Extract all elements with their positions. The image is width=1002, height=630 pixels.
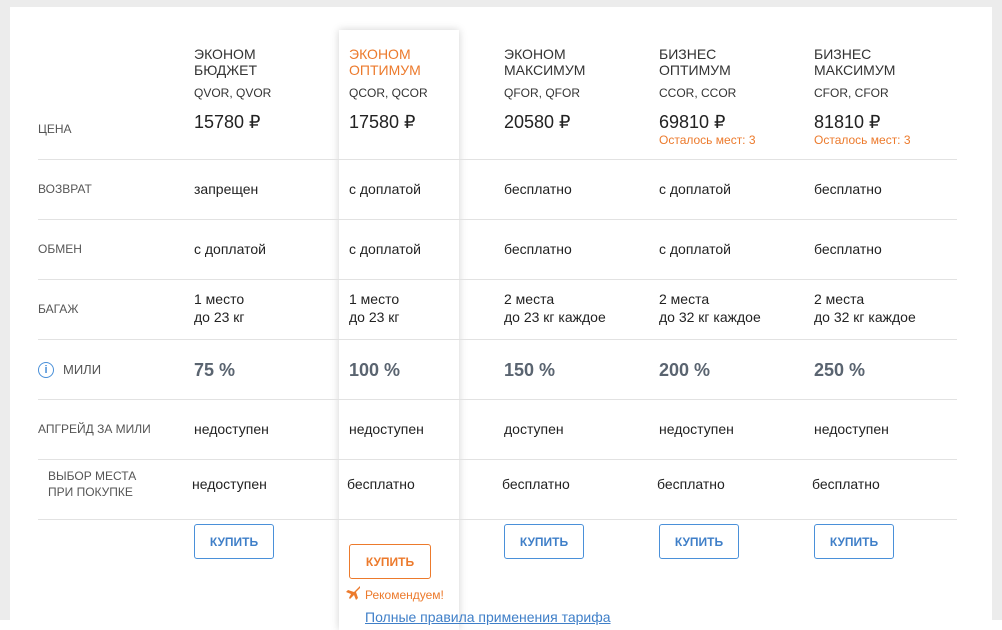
seat-selection-value: недоступен [192,476,267,492]
window-frame-right [992,0,1002,620]
baggage-count: 1 место [349,291,400,307]
tariff-name-recommended: ЭКОНОМ ОПТИМУМ [349,46,421,78]
row-label-exchange: ОБМЕН [38,242,82,256]
upgrade-value: недоступен [814,421,889,437]
tariff-rules-link[interactable]: Полные правила применения тарифа [365,609,611,625]
tariff-price: 69810 ₽ [659,112,726,132]
row-divider [38,459,957,460]
tariff-codes: QCOR, QCOR [349,86,428,100]
tariff-codes: CFOR, CFOR [814,86,889,100]
exchange-value: с доплатой [659,241,731,257]
upgrade-value: недоступен [349,421,424,437]
miles-percent: 100 % [349,360,401,380]
tariff-name: БИЗНЕС МАКСИМУМ [814,46,896,78]
tariff-codes: CCOR, CCOR [659,86,737,100]
refund-value: с доплатой [349,181,421,197]
seat-selection-value: бесплатно [812,476,880,492]
baggage-weight: до 23 кг [349,309,400,325]
refund-value: бесплатно [504,181,572,197]
baggage-value: 2 места до 32 кг каждое [814,290,916,326]
row-divider [38,219,957,220]
seat-selection-value: бесплатно [502,476,570,492]
tariff-price: 20580 ₽ [504,112,571,132]
row-divider [38,339,957,340]
miles-percent: 150 % [504,360,556,380]
plane-icon [345,585,361,604]
row-label-miles: МИЛИ [63,362,102,377]
miles-percent: 200 % [659,360,711,380]
row-divider [38,279,957,280]
row-label-upgrade: АПГРЕЙД ЗА МИЛИ [38,422,151,436]
miles-percent: 250 % [814,360,866,380]
window-frame-left [0,0,10,620]
seat-selection-value: бесплатно [347,476,415,492]
exchange-value: бесплатно [504,241,572,257]
info-icon[interactable]: i [38,362,54,378]
tariff-name: БИЗНЕС ОПТИМУМ [659,46,731,78]
exchange-value: с доплатой [194,241,266,257]
baggage-value: 1 место до 23 кг [194,290,245,326]
recommended-badge: Рекомендуем! [345,585,444,604]
tariff-codes: QFOR, QFOR [504,86,580,100]
refund-value: бесплатно [814,181,882,197]
row-divider [38,399,957,400]
buy-button-recommended[interactable]: КУПИТЬ [349,544,431,579]
tariff-name: ЭКОНОМ БЮДЖЕТ [194,46,258,78]
refund-value: запрещен [194,181,259,197]
recommended-text: Рекомендуем! [365,587,444,602]
baggage-weight: до 32 кг каждое [814,309,916,325]
buy-button[interactable]: КУПИТЬ [194,524,274,559]
upgrade-value: недоступен [194,421,269,437]
baggage-count: 2 места [814,291,865,307]
tariff-name: ЭКОНОМ МАКСИМУМ [504,46,586,78]
upgrade-value: доступен [504,421,564,437]
seats-left-note: Осталось мест: 3 [659,133,756,147]
baggage-weight: до 23 кг каждое [504,309,606,325]
miles-percent: 75 % [194,360,236,380]
exchange-value: бесплатно [814,241,882,257]
row-label-refund: ВОЗВРАТ [38,182,92,196]
refund-value: с доплатой [659,181,731,197]
baggage-value: 2 места до 32 кг каждое [659,290,761,326]
baggage-weight: до 23 кг [194,309,245,325]
buy-button[interactable]: КУПИТЬ [814,524,894,559]
baggage-count: 2 места [659,291,710,307]
row-divider [38,159,957,160]
exchange-value: с доплатой [349,241,421,257]
baggage-count: 1 место [194,291,245,307]
baggage-value: 2 места до 23 кг каждое [504,290,606,326]
window-frame-top [0,0,1002,7]
tariff-price: 81810 ₽ [814,112,881,132]
tariff-price: 17580 ₽ [349,112,416,132]
buy-button[interactable]: КУПИТЬ [504,524,584,559]
baggage-weight: до 32 кг каждое [659,309,761,325]
row-divider [38,519,957,520]
baggage-count: 2 места [504,291,555,307]
row-label-price: ЦЕНА [38,122,72,136]
buy-button[interactable]: КУПИТЬ [659,524,739,559]
tariff-price: 15780 ₽ [194,112,261,132]
baggage-value: 1 место до 23 кг [349,290,400,326]
upgrade-value: недоступен [659,421,734,437]
seats-left-note: Осталось мест: 3 [814,133,911,147]
row-label-seat-selection: ВЫБОР МЕСТА ПРИ ПОКУПКЕ [48,469,137,499]
tariff-codes: QVOR, QVOR [194,86,272,100]
seat-selection-value: бесплатно [657,476,725,492]
row-label-baggage: БАГАЖ [38,302,79,316]
